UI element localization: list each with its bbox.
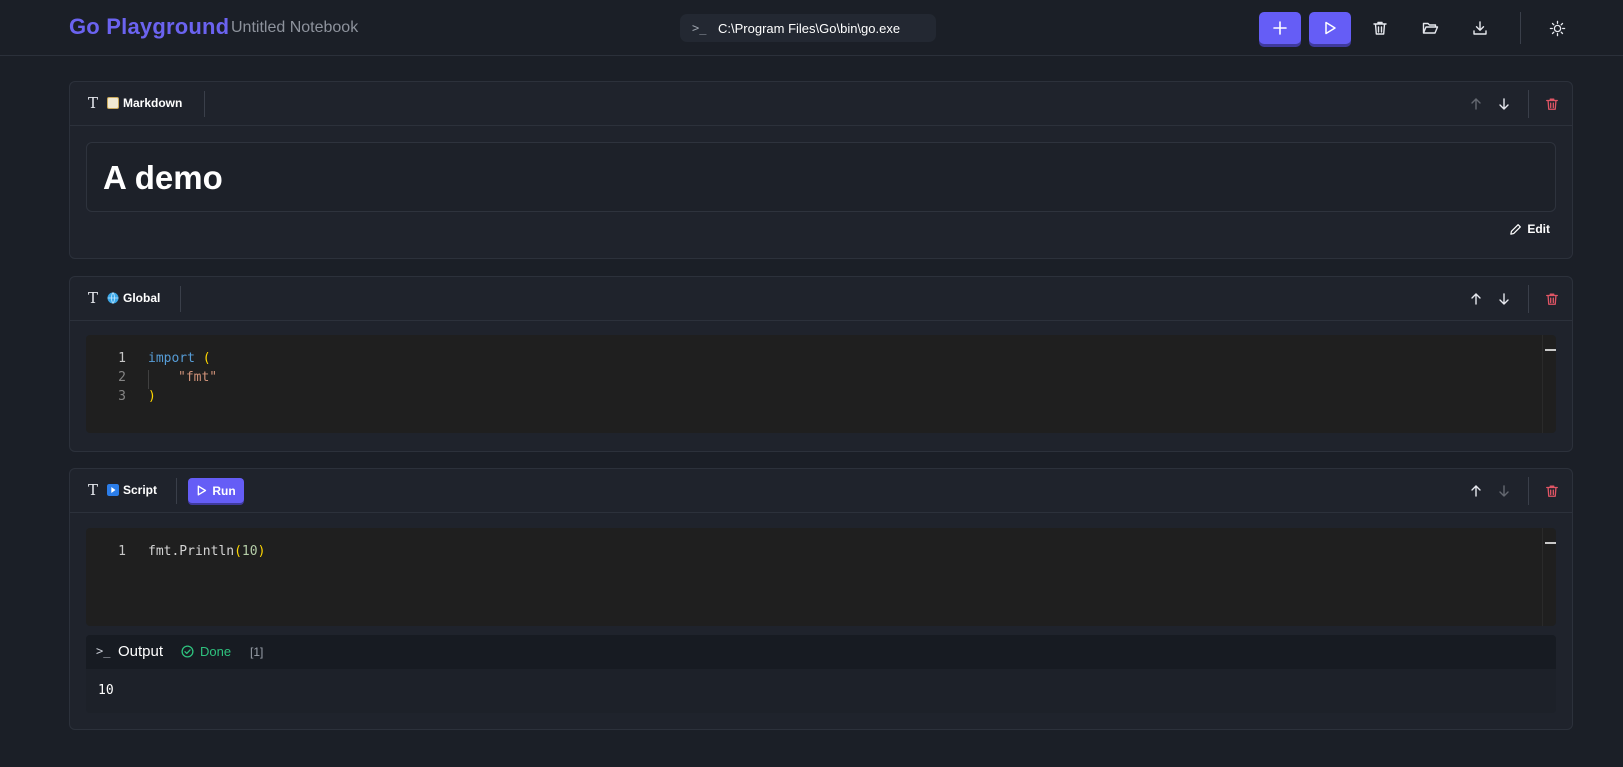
code-text: fmt.Println(10)	[148, 544, 266, 559]
edit-button[interactable]: Edit	[1509, 222, 1550, 236]
arrow-up-icon	[1471, 98, 1481, 110]
cell-header: T Markdown	[70, 82, 1572, 126]
download-icon	[1473, 21, 1487, 35]
status-badge: Done	[181, 644, 231, 659]
move-up-button[interactable]	[1466, 94, 1486, 114]
output-title: Output	[118, 643, 164, 660]
terminal-icon: >_	[96, 644, 111, 658]
cell-kind-label: Global	[123, 291, 161, 305]
delete-cell-button[interactable]	[1542, 289, 1562, 309]
memo-icon	[107, 97, 119, 109]
delete-cell-button[interactable]	[1542, 94, 1562, 114]
trash-icon	[1546, 98, 1558, 110]
cell-header: T Script Run	[70, 469, 1572, 513]
code-line: 2 "fmt"	[86, 370, 1556, 389]
line-number: 3	[118, 389, 126, 404]
globe-icon	[107, 292, 119, 304]
script-cell: T Script Run 1 fmt.Println(10) >_ Output	[69, 468, 1573, 730]
run-cell-button[interactable]: Run	[188, 478, 244, 503]
header-divider	[1528, 90, 1529, 118]
status-text: Done	[200, 644, 232, 659]
code-line: 1 import (	[86, 351, 1556, 370]
run-label: Run	[212, 483, 236, 498]
add-cell-button[interactable]	[1259, 12, 1301, 44]
editor-minimap[interactable]	[1542, 335, 1556, 433]
trash-icon	[1546, 293, 1558, 305]
trash-icon	[1373, 21, 1387, 35]
play-icon	[1325, 21, 1336, 35]
pencil-icon	[1510, 223, 1522, 235]
sun-icon	[1549, 20, 1565, 36]
go-path-text: C:\Program Files\Go\bin\go.exe	[718, 20, 901, 36]
execution-count: [1]	[250, 645, 264, 659]
code-editor[interactable]: 1 import ( 2 "fmt" 3 )	[86, 335, 1556, 433]
markdown-preview: A demo	[86, 142, 1556, 212]
output-panel: >_ Output Done [1] 10	[86, 635, 1556, 713]
header-divider	[1528, 477, 1529, 505]
open-button[interactable]	[1409, 12, 1451, 44]
header-divider	[180, 286, 181, 312]
global-cell: T Global 1 import ( 2 "fmt" 3 )	[69, 276, 1573, 452]
header-divider	[176, 478, 177, 504]
code-line: 1 fmt.Println(10)	[86, 544, 1556, 563]
run-all-button[interactable]	[1309, 12, 1351, 44]
play-button-icon	[107, 484, 119, 496]
indent-guide	[148, 370, 149, 389]
output-text: 10	[98, 683, 114, 698]
arrow-up-icon	[1471, 485, 1481, 497]
markdown-cell: T Markdown A demo Edit	[69, 81, 1573, 259]
output-header: >_ Output Done [1]	[86, 635, 1556, 669]
markdown-heading: A demo	[103, 159, 223, 196]
line-number: 1	[118, 351, 126, 366]
check-circle-icon	[181, 645, 194, 658]
move-down-button[interactable]	[1494, 481, 1514, 501]
edit-label: Edit	[1527, 222, 1550, 236]
delete-cell-button[interactable]	[1542, 481, 1562, 501]
cell-kind-label: Script	[123, 483, 158, 497]
code-text: )	[148, 389, 156, 404]
move-up-button[interactable]	[1466, 289, 1486, 309]
arrow-down-icon	[1499, 293, 1509, 305]
top-bar: Go Playground Untitled Notebook >_ C:\Pr…	[0, 0, 1623, 56]
header-divider	[1528, 285, 1529, 313]
arrow-down-icon	[1499, 485, 1509, 497]
play-icon	[197, 485, 207, 496]
cell-header: T Global	[70, 277, 1572, 321]
cell-type-toggle-icon[interactable]: T	[88, 96, 102, 111]
arrow-down-icon	[1499, 98, 1509, 110]
terminal-icon: >_	[692, 21, 707, 35]
code-line: 3 )	[86, 389, 1556, 408]
download-button[interactable]	[1459, 12, 1501, 44]
theme-toggle-button[interactable]	[1536, 12, 1578, 44]
folder-open-icon	[1422, 22, 1438, 34]
line-number: 1	[118, 544, 126, 559]
app-brand: Go Playground	[69, 14, 230, 39]
editor-minimap[interactable]	[1542, 528, 1556, 626]
code-text: "fmt"	[178, 370, 218, 385]
toolbar-divider	[1520, 12, 1521, 44]
move-down-button[interactable]	[1494, 94, 1514, 114]
cell-type-toggle-icon[interactable]: T	[88, 291, 102, 306]
cell-type-toggle-icon[interactable]: T	[88, 483, 102, 498]
notebook-title[interactable]: Untitled Notebook	[231, 19, 358, 37]
move-down-button[interactable]	[1494, 289, 1514, 309]
move-up-button[interactable]	[1466, 481, 1486, 501]
arrow-up-icon	[1471, 293, 1481, 305]
line-number: 2	[118, 370, 126, 385]
cell-kind-label: Markdown	[123, 96, 183, 110]
header-divider	[204, 91, 205, 117]
code-text: import (	[148, 351, 211, 366]
clear-button[interactable]	[1359, 12, 1401, 44]
trash-icon	[1546, 485, 1558, 497]
code-editor[interactable]: 1 fmt.Println(10)	[86, 528, 1556, 626]
go-path-field[interactable]: >_ C:\Program Files\Go\bin\go.exe	[680, 14, 936, 42]
plus-icon	[1273, 21, 1287, 35]
